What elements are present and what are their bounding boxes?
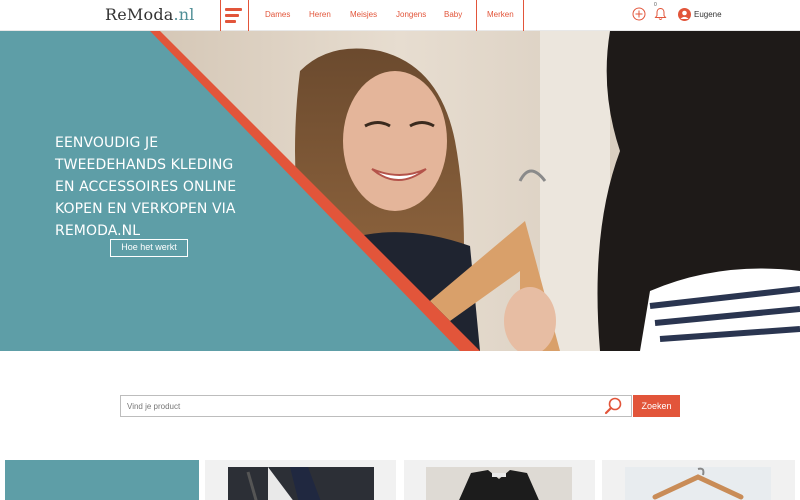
product-image [426,467,572,500]
nav-item-jongens[interactable]: Jongens [396,10,426,19]
category-tile[interactable] [5,460,199,500]
nav-item-dames[interactable]: Dames [265,10,290,19]
search-button[interactable]: Zoeken [633,395,680,417]
hero-line: TWEEDEHANDS KLEDING [55,157,234,173]
user-menu[interactable]: Eugene [678,8,722,21]
nav-item-meisjes[interactable]: Meisjes [350,10,377,19]
logo-tld: .nl [173,5,195,24]
search-bar [120,395,632,417]
divider [476,0,477,31]
search-icon[interactable] [604,397,622,415]
hero-line: EN ACCESSOIRES ONLINE [55,179,237,195]
product-tile[interactable] [602,460,795,500]
how-it-works-button[interactable]: Hoe het werkt [110,239,188,257]
hero-line: KOPEN EN VERKOPEN VIA [55,201,236,217]
user-icon [678,8,691,21]
product-image [625,467,771,500]
logo[interactable]: ReModa.nl [105,5,195,24]
nav-item-merken[interactable]: Merken [487,10,514,19]
hero-line: EENVOUDIG JE [55,135,159,151]
product-tile[interactable] [205,460,396,500]
hero-headline: EENVOUDIG JE TWEEDEHANDS KLEDING EN ACCE… [55,132,275,242]
divider [248,0,249,31]
logo-name: ReModa [105,5,174,24]
menu-icon[interactable] [225,8,242,23]
divider [523,0,524,31]
site-header: ReModa.nl Dames Heren Meisjes Jongens Ba… [0,0,800,31]
add-circle-icon[interactable] [632,7,646,21]
nav-item-baby[interactable]: Baby [444,10,462,19]
hero-banner: EENVOUDIG JE TWEEDEHANDS KLEDING EN ACCE… [0,31,800,351]
search-input[interactable] [127,396,597,416]
divider [220,0,221,31]
product-image [228,467,374,500]
product-tile[interactable] [404,460,595,500]
nav-item-heren[interactable]: Heren [309,10,331,19]
bell-icon[interactable] [654,7,667,21]
user-name: Eugene [694,10,722,19]
